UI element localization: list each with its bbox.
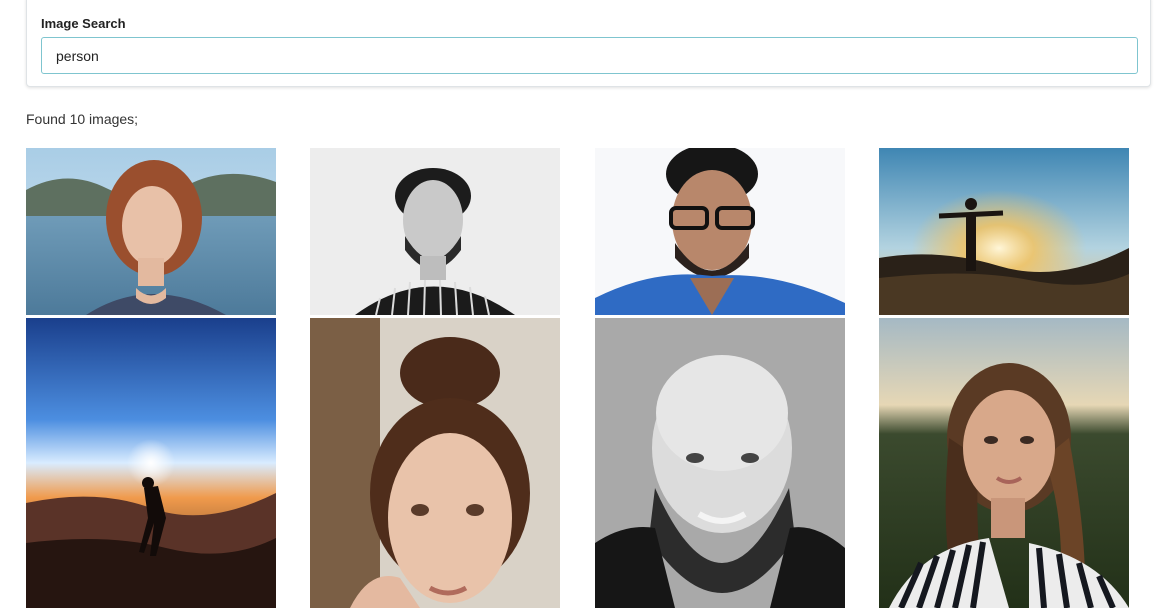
search-card: Image Search bbox=[26, 0, 1151, 87]
search-label: Image Search bbox=[41, 16, 126, 31]
search-input[interactable] bbox=[41, 37, 1138, 74]
result-image-8[interactable] bbox=[879, 318, 1129, 608]
result-image-5[interactable] bbox=[26, 318, 276, 608]
result-image-2[interactable] bbox=[310, 148, 560, 315]
result-count: Found 10 images; bbox=[26, 111, 139, 127]
result-image-3[interactable] bbox=[595, 148, 845, 315]
result-image-4[interactable] bbox=[879, 148, 1129, 315]
result-image-7[interactable] bbox=[595, 318, 845, 608]
result-image-6[interactable] bbox=[310, 318, 560, 608]
result-image-1[interactable] bbox=[26, 148, 276, 315]
